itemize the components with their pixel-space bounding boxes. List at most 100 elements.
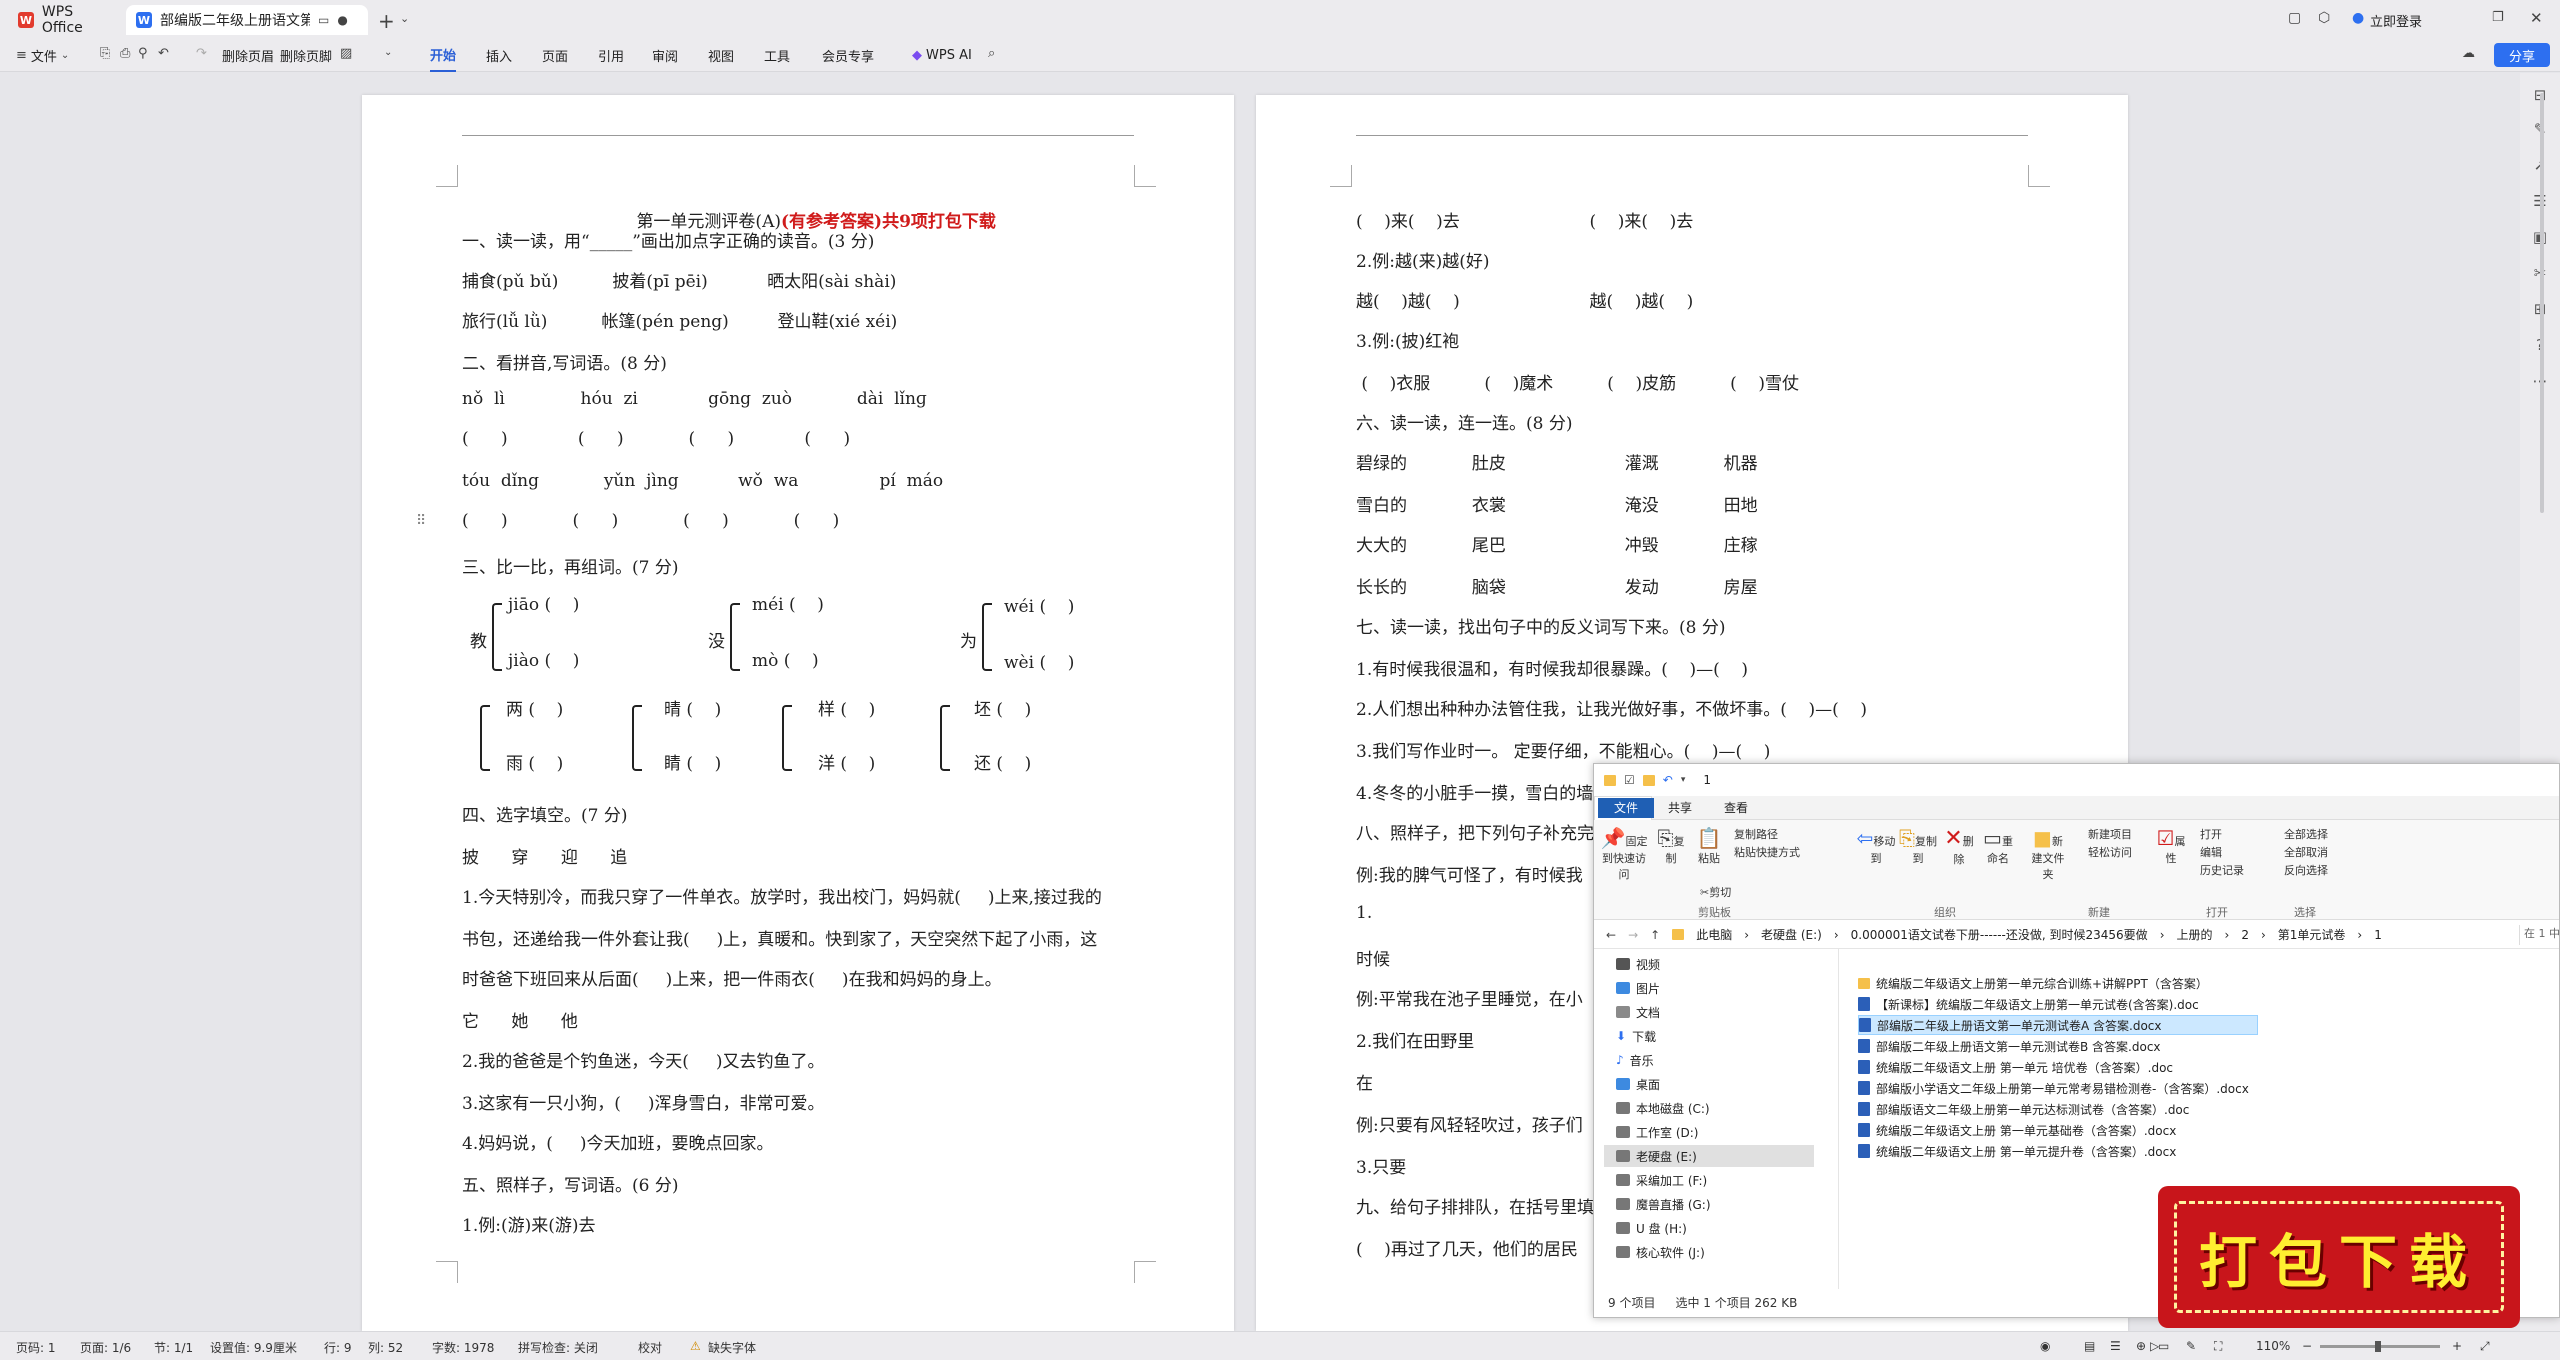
- nav-item[interactable]: 核心软件 (J:): [1616, 1241, 1705, 1263]
- proofread-button[interactable]: 校对: [638, 1339, 662, 1356]
- paste-button[interactable]: 📋 粘贴: [1694, 826, 1724, 866]
- breadcrumb[interactable]: 此电脑: [1696, 926, 1732, 943]
- print-icon[interactable]: ⎙: [120, 46, 130, 61]
- file-item[interactable]: 【新课标】统编版二年级语文上册第一单元试卷(含答案).doc: [1858, 994, 2199, 1014]
- wps-ai-button[interactable]: ◆ WPS AI: [912, 38, 972, 72]
- breadcrumb[interactable]: 0.000001语文试卷下册------还没做, 到时候23456要做: [1851, 926, 2148, 943]
- chevron-down-icon[interactable]: ⌄: [384, 47, 392, 58]
- outline-icon[interactable]: ☰: [2110, 1339, 2121, 1353]
- open-button[interactable]: 打开: [2200, 826, 2222, 842]
- tab-file[interactable]: 文件: [1598, 797, 1655, 818]
- cut-button[interactable]: ✂剪切: [1700, 884, 1731, 900]
- tab-wps-office[interactable]: W WPS Office: [8, 4, 128, 36]
- tab-view[interactable]: 查看: [1708, 796, 1764, 820]
- nav-item[interactable]: U 盘 (H:): [1616, 1217, 1687, 1239]
- file-item-selected[interactable]: 部编版二年级上册语文第一单元测试卷A 含答案.docx: [1858, 1015, 2258, 1035]
- drag-handle-icon[interactable]: ⠿: [416, 513, 426, 529]
- nav-item[interactable]: 魔兽直播 (G:): [1616, 1193, 1711, 1215]
- zoom-out-icon[interactable]: −: [2302, 1339, 2312, 1353]
- tab-home[interactable]: 开始: [430, 38, 457, 72]
- nav-item[interactable]: 工作室 (D:): [1616, 1121, 1698, 1143]
- cloud-icon[interactable]: ☁: [2462, 46, 2475, 61]
- file-item[interactable]: 统编版二年级语文上册第一单元综合训练+讲解PPT（含答案）: [1858, 973, 2208, 993]
- document-page-1[interactable]: 第一单元测评卷(A)(有参考答案)共9项打包下载 一、读一读，用“_____”画…: [362, 95, 1234, 1331]
- copy-to-button[interactable]: ⎘复制到: [1898, 826, 1938, 866]
- save-icon[interactable]: ⎘: [100, 46, 110, 61]
- search-icon[interactable]: ⌕: [988, 46, 995, 61]
- scrollbar[interactable]: [2540, 93, 2544, 513]
- file-item[interactable]: 统编版二年级语文上册 第一单元提升卷（含答案）.docx: [1858, 1141, 2176, 1161]
- nav-item[interactable]: 视频: [1616, 953, 1660, 975]
- paste-shortcut-button[interactable]: 粘贴快捷方式: [1734, 844, 1800, 860]
- file-item[interactable]: 部编版语文二年级上册第一单元达标测试卷（含答案）.doc: [1858, 1099, 2189, 1119]
- zoom-in-icon[interactable]: +: [2452, 1339, 2462, 1353]
- tab-reference[interactable]: 引用: [598, 38, 624, 72]
- delete-header-button[interactable]: 删除页眉: [222, 38, 274, 72]
- redo-icon[interactable]: ↷: [196, 46, 207, 61]
- breadcrumb[interactable]: 老硬盘 (E:): [1761, 926, 1822, 943]
- file-item[interactable]: 统编版二年级语文上册 第一单元基础卷（含答案）.docx: [1858, 1120, 2176, 1140]
- nav-item[interactable]: 桌面: [1616, 1073, 1660, 1095]
- share-button[interactable]: 分享: [2494, 43, 2550, 67]
- history-button[interactable]: 历史记录: [2200, 862, 2244, 878]
- tab-document[interactable]: W 部编版二年级上册语文第一单... ▭ ●: [126, 5, 368, 35]
- file-item[interactable]: 部编版二年级上册语文第一单元测试卷B 含答案.docx: [1858, 1036, 2161, 1056]
- fullscreen-icon[interactable]: ⛶: [2214, 1339, 2222, 1354]
- eye-icon[interactable]: ◉: [2040, 1339, 2050, 1353]
- invert-selection-button[interactable]: 反向选择: [2284, 862, 2328, 878]
- tab-member[interactable]: 会员专享: [822, 38, 874, 72]
- tab-insert[interactable]: 插入: [486, 38, 512, 72]
- delete-footer-button[interactable]: 删除页脚: [280, 38, 332, 72]
- chevron-down-icon[interactable]: ⌄: [400, 12, 409, 25]
- breadcrumb[interactable]: 2: [2241, 928, 2249, 942]
- breadcrumb[interactable]: 上册的: [2177, 926, 2213, 943]
- rename-button[interactable]: ▭重命名: [1978, 826, 2018, 866]
- tab-review[interactable]: 审阅: [652, 38, 678, 72]
- select-none-button[interactable]: 全部取消: [2284, 844, 2328, 860]
- copy-button[interactable]: ⎘复制: [1656, 826, 1686, 866]
- easy-access-button[interactable]: 轻松访问: [2088, 844, 2132, 860]
- zoom-slider-thumb[interactable]: [2375, 1341, 2381, 1352]
- nav-item[interactable]: 图片: [1616, 977, 1660, 999]
- user-icon[interactable]: ●: [2352, 10, 2364, 26]
- file-item[interactable]: 统编版二年级语文上册 第一单元 培优卷（含答案）.doc: [1858, 1057, 2173, 1077]
- copy-path-button[interactable]: 复制路径: [1734, 826, 1778, 842]
- new-tab-icon[interactable]: +: [378, 9, 395, 33]
- missing-font-button[interactable]: 缺失字体: [708, 1339, 756, 1356]
- file-menu[interactable]: ≡ 文件 ⌄: [16, 38, 69, 72]
- breadcrumb[interactable]: 1: [2374, 928, 2382, 942]
- forward-icon[interactable]: →: [1628, 928, 1638, 942]
- read-view-icon[interactable]: ▭: [2158, 1339, 2169, 1353]
- play-icon[interactable]: ▷: [2150, 1339, 2159, 1353]
- login-link[interactable]: 立即登录: [2370, 11, 2422, 30]
- address-bar[interactable]: ← → ↑ 此电脑 › 老硬盘 (E:) › 0.000001语文试卷下册-----…: [1594, 921, 2559, 949]
- new-folder-button[interactable]: ■新建文件夹: [2028, 826, 2068, 882]
- breadcrumb[interactable]: 第1单元试卷: [2278, 926, 2346, 943]
- status-words[interactable]: 字数: 1978: [432, 1339, 494, 1356]
- nav-item[interactable]: 采编加工 (F:): [1616, 1169, 1707, 1191]
- pen-icon[interactable]: ✎: [2186, 1339, 2196, 1353]
- link-icon[interactable]: ⚲: [138, 46, 148, 61]
- download-banner[interactable]: 打包下载: [2158, 1186, 2520, 1328]
- pin-button[interactable]: 📌固定到快速访问: [1600, 826, 1648, 882]
- tab-view[interactable]: 视图: [708, 38, 734, 72]
- nav-item[interactable]: ⬇ 下载: [1616, 1025, 1656, 1047]
- new-item-button[interactable]: 新建项目: [2088, 826, 2132, 842]
- status-pages[interactable]: 页面: 1/6: [80, 1339, 131, 1356]
- zoom-slider[interactable]: [2320, 1341, 2440, 1352]
- tab-tools[interactable]: 工具: [764, 38, 790, 72]
- page-view-icon[interactable]: ▤: [2084, 1339, 2095, 1353]
- properties-button[interactable]: ☑属性: [2156, 826, 2186, 866]
- file-item[interactable]: 部编版小学语文二年级上册第一单元常考易错检测卷-（含答案）.docx: [1858, 1078, 2249, 1098]
- move-to-button[interactable]: ⇦移动到: [1856, 826, 1896, 866]
- check-icon[interactable]: ☑: [1624, 773, 1635, 787]
- undo-icon[interactable]: ↶: [158, 46, 169, 61]
- restore-window-icon[interactable]: ❐: [2492, 10, 2504, 25]
- delete-button[interactable]: ✕删除: [1944, 826, 1974, 867]
- nav-item[interactable]: 文档: [1616, 1001, 1660, 1023]
- tab-share[interactable]: 共享: [1652, 796, 1708, 820]
- back-icon[interactable]: ←: [1606, 928, 1616, 942]
- nav-item-selected[interactable]: 老硬盘 (E:): [1604, 1145, 1814, 1167]
- dropdown-icon[interactable]: ▾: [1681, 775, 1686, 785]
- nav-item[interactable]: ♪ 音乐: [1616, 1049, 1654, 1071]
